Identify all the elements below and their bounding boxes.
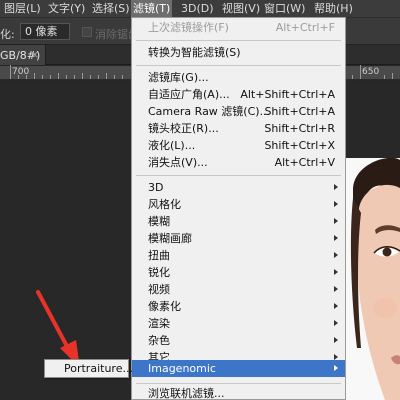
submenu-arrow-icon xyxy=(334,252,338,258)
ruler-tick xyxy=(384,75,385,79)
portrait-image xyxy=(345,158,400,400)
submenu-arrow-icon xyxy=(334,235,338,241)
ruler-tick xyxy=(58,73,59,79)
menu-select[interactable]: 选择(S) xyxy=(92,0,130,17)
menu-item-liquify[interactable]: 液化(L)... Shift+Ctrl+X xyxy=(132,137,345,154)
submenu-arrow-icon xyxy=(334,365,338,371)
submenu-arrow-icon xyxy=(334,269,338,275)
menu-filter[interactable]: 滤镜(T) xyxy=(131,0,173,17)
ruler-tick xyxy=(106,73,107,79)
ruler-tick xyxy=(42,75,43,79)
menu-item-blur[interactable]: 模糊 xyxy=(132,213,345,230)
menu-type[interactable]: 文字(Y) xyxy=(48,0,85,17)
menu-item-filter-gallery[interactable]: 滤镜库(G)... xyxy=(132,69,345,86)
menu-item-blur-gallery[interactable]: 模糊画廊 xyxy=(132,230,345,247)
menu-bar: 图层(L) 文字(Y) 选择(S) 滤镜(T) 3D(D) 视图(V) 窗口(W… xyxy=(0,0,400,17)
annotation-arrow-icon xyxy=(36,290,80,368)
menu-item-lens-correction[interactable]: 镜头校正(R)... Shift+Ctrl+R xyxy=(132,120,345,137)
menu-view[interactable]: 视图(V) xyxy=(222,0,260,17)
submenu-arrow-icon xyxy=(334,303,338,309)
menu-window[interactable]: 窗口(W) xyxy=(264,0,305,17)
imagenomic-submenu: Portraiture... xyxy=(44,359,133,378)
ruler-tick xyxy=(98,75,99,79)
antialias-checkbox[interactable] xyxy=(82,27,92,37)
ruler-tick xyxy=(66,75,67,79)
ruler-tick xyxy=(26,75,27,79)
submenu-arrow-icon xyxy=(334,201,338,207)
ruler-tick xyxy=(74,75,75,79)
menu-help[interactable]: 帮助(H) xyxy=(314,0,353,17)
menu-item-noise[interactable]: 杂色 xyxy=(132,332,345,349)
menu-item-sharpen[interactable]: 锐化 xyxy=(132,264,345,281)
ruler-tick xyxy=(360,65,361,79)
ruler-tick xyxy=(114,75,115,79)
submenu-arrow-icon xyxy=(334,218,338,224)
menu-separator xyxy=(136,383,341,384)
menu-item-pixelate[interactable]: 像素化 xyxy=(132,298,345,315)
ruler-tick xyxy=(90,75,91,79)
ruler-label: 650 xyxy=(362,67,380,77)
ruler-tick xyxy=(122,75,123,79)
menu-item-browse-online-filters[interactable]: 浏览联机滤镜... xyxy=(132,385,345,400)
menu-item-3d[interactable]: 3D xyxy=(132,179,345,196)
ruler-tick xyxy=(50,75,51,79)
close-icon[interactable]: × xyxy=(30,48,39,61)
menu-item-adaptive-wide-angle[interactable]: 自适应广角(A)... Alt+Shift+Ctrl+A xyxy=(132,86,345,103)
submenu-item-portraiture[interactable]: Portraiture... xyxy=(45,360,133,377)
filter-dropdown-menu: 上次滤镜操作(F) Alt+Ctrl+F 转换为智能滤镜(S) 滤镜库(G)..… xyxy=(131,17,346,400)
submenu-arrow-icon xyxy=(334,184,338,190)
submenu-arrow-icon xyxy=(334,337,338,343)
feather-input[interactable]: 0 像素 xyxy=(20,23,70,40)
menu-item-camera-raw[interactable]: Camera Raw 滤镜(C)... Shift+Ctrl+A xyxy=(132,103,345,120)
ruler-tick xyxy=(82,73,83,79)
menu-3d[interactable]: 3D(D) xyxy=(181,0,214,17)
menu-item-render[interactable]: 渲染 xyxy=(132,315,345,332)
photo-portrait xyxy=(345,158,400,400)
menu-separator xyxy=(136,175,341,176)
submenu-item-label: Portraiture... xyxy=(64,362,133,375)
menu-item-imagenomic[interactable]: Imagenomic xyxy=(132,360,345,377)
ruler-tick xyxy=(392,73,393,79)
ruler-tick xyxy=(10,65,11,79)
ruler-tick xyxy=(18,75,19,79)
menu-item-vanishing-point[interactable]: 消失点(V)... Alt+Ctrl+V xyxy=(132,154,345,171)
submenu-arrow-icon xyxy=(334,286,338,292)
submenu-arrow-icon xyxy=(334,320,338,326)
menu-separator xyxy=(136,40,341,41)
menu-item-video[interactable]: 视频 xyxy=(132,281,345,298)
menu-item-last-filter[interactable]: 上次滤镜操作(F) Alt+Ctrl+F xyxy=(132,19,345,36)
menu-item-distort[interactable]: 扭曲 xyxy=(132,247,345,264)
ruler-tick xyxy=(352,75,353,79)
document-tab[interactable]: GB/8#) × xyxy=(0,45,46,65)
feather-label: 化: xyxy=(0,28,15,41)
ruler-tick xyxy=(34,73,35,79)
menu-layer[interactable]: 图层(L) xyxy=(4,0,41,17)
menu-separator xyxy=(136,65,341,66)
menu-item-convert-smart-filter[interactable]: 转换为智能滤镜(S) xyxy=(132,44,345,61)
menu-item-stylize[interactable]: 风格化 xyxy=(132,196,345,213)
